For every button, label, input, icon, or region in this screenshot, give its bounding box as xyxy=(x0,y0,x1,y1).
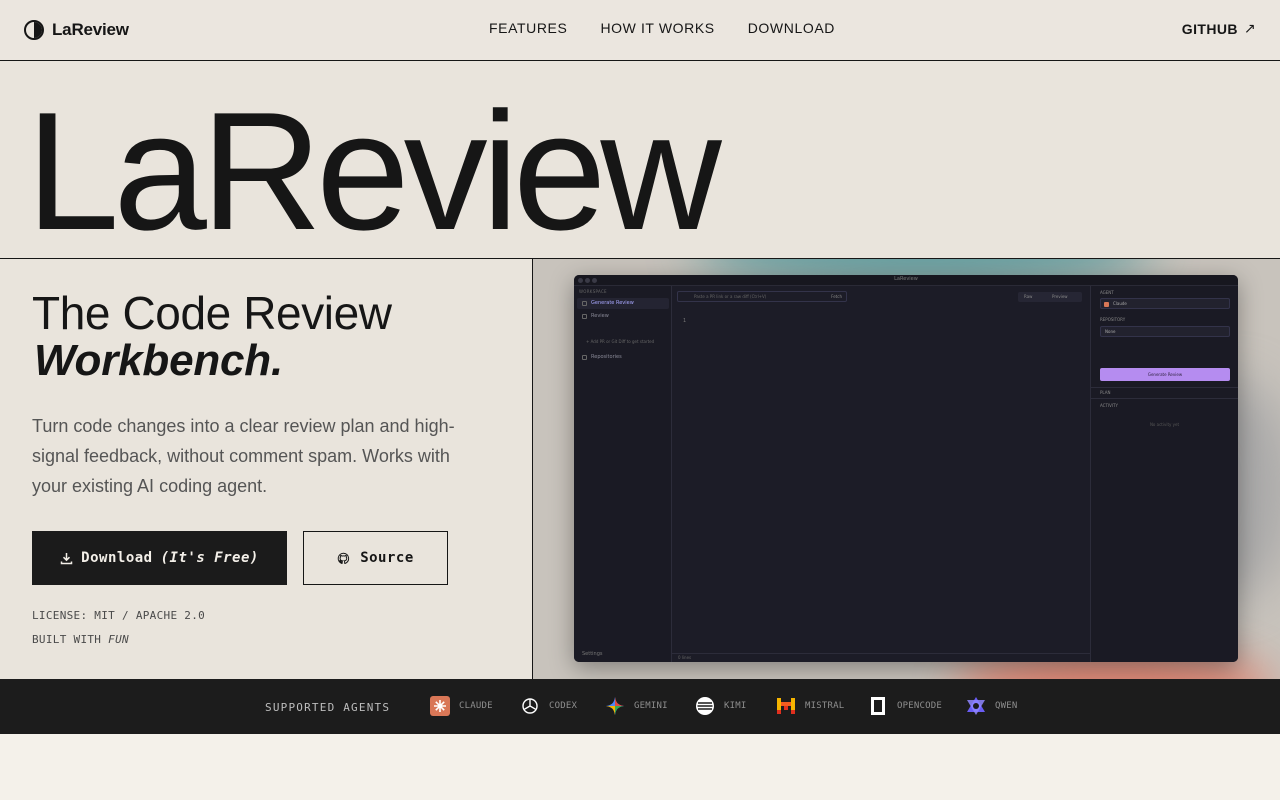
claude-icon xyxy=(430,696,450,716)
page-bottom xyxy=(0,734,1280,800)
app-settings-label: Settings xyxy=(582,651,603,657)
app-plan-label: PLAN xyxy=(1100,390,1111,395)
github-icon xyxy=(337,552,350,564)
agent-name: QWEN xyxy=(995,701,1018,711)
app-activity-empty: No activity yet xyxy=(1149,422,1180,427)
agent-name: KIMI xyxy=(724,701,747,711)
lareview-logo-icon xyxy=(24,20,44,40)
app-agent-select: Claude xyxy=(1100,298,1230,309)
nav-link-how-it-works[interactable]: HOW IT WORKS xyxy=(600,20,714,36)
app-divider xyxy=(1091,398,1238,399)
app-titlebar: LaReview xyxy=(574,275,1238,286)
repository-icon xyxy=(582,355,587,360)
app-sidebar-item-review: Review xyxy=(577,311,669,322)
kimi-icon xyxy=(695,696,715,716)
app-sidebar-label: Repositories xyxy=(591,354,622,360)
app-sidebar-header: WORKSPACE xyxy=(579,289,607,294)
built-with-label: BUILT WITH xyxy=(32,633,102,646)
app-agent-label: AGENT xyxy=(1100,290,1114,295)
openai-icon xyxy=(520,696,540,716)
nav-link-download[interactable]: DOWNLOAD xyxy=(748,20,835,36)
generate-icon xyxy=(582,301,587,306)
qwen-icon xyxy=(966,696,986,716)
built-with-word: FUN xyxy=(108,633,129,646)
hero-left-panel: The Code Review Workbench. Turn code cha… xyxy=(0,259,533,679)
brand-name: LaReview xyxy=(52,20,129,39)
app-window-title: LaReview xyxy=(894,276,918,282)
app-repo-label: REPOSITORY xyxy=(1100,317,1126,322)
agent-name: GEMINI xyxy=(634,701,668,711)
arrow-up-right-icon: ↗ xyxy=(1243,20,1256,36)
download-icon xyxy=(60,552,73,564)
headline-emphasis: Workbench. xyxy=(34,336,284,385)
app-divider xyxy=(1091,387,1238,388)
hero-subtext: Turn code changes into a clear review pl… xyxy=(32,416,455,496)
agent-gemini: GEMINI xyxy=(605,695,668,717)
agent-name: OPENCODE xyxy=(897,701,942,711)
app-sidebar-hint: + Add PR or Git Diff to get started xyxy=(586,339,655,344)
app-main-editor: Paste a PR link or a raw diff (Ctrl+V) F… xyxy=(672,286,1090,662)
download-free-label: (It's Free) xyxy=(160,550,259,566)
agent-kimi: KIMI xyxy=(695,695,746,717)
app-diff-input-placeholder: Paste a PR link or a raw diff (Ctrl+V) xyxy=(694,294,767,299)
source-label: Source xyxy=(360,550,414,566)
opencode-icon xyxy=(868,696,888,716)
top-nav: LaReview FEATURES HOW IT WORKS DOWNLOAD … xyxy=(0,0,1280,61)
review-icon xyxy=(582,314,587,319)
agent-opencode: OPENCODE xyxy=(868,695,942,717)
license-text: LICENSE: MIT / APACHE 2.0 xyxy=(32,609,206,622)
app-agent-value: Claude xyxy=(1113,301,1127,306)
agent-codex: CODEX xyxy=(520,695,577,717)
brand[interactable]: LaReview xyxy=(24,19,129,41)
app-repo-value: None xyxy=(1105,329,1116,334)
github-label: GITHUB xyxy=(1181,20,1238,37)
hero-title: LaReview xyxy=(26,77,722,259)
app-generate-button: Generate Review xyxy=(1100,368,1230,381)
nav-link-features[interactable]: FEATURES xyxy=(489,20,567,36)
built-with-text: BUILT WITH FUN xyxy=(32,633,129,646)
app-sidebar-item-repositories: Repositories xyxy=(577,352,669,363)
app-toggle-preview: Preview xyxy=(1052,294,1068,299)
supported-agents-label: SUPPORTED AGENTS xyxy=(265,701,391,714)
download-button[interactable]: Download (It's Free) xyxy=(32,531,287,585)
agent-claude: CLAUDE xyxy=(430,695,493,717)
app-sidebar-label: Generate Review xyxy=(591,300,634,306)
headline: The Code Review xyxy=(32,287,392,339)
claude-icon xyxy=(1104,302,1109,307)
app-diff-input: Paste a PR link or a raw diff (Ctrl+V) F… xyxy=(677,291,847,302)
app-sidebar: WORKSPACE Generate Review Review + Add P… xyxy=(574,286,672,662)
agent-name: MISTRAL xyxy=(805,701,845,711)
supported-agents-bar: SUPPORTED AGENTS CLAUDE CODEX GEMINI KIM… xyxy=(0,679,1280,734)
agent-name: CODEX xyxy=(549,701,578,711)
download-label: Download xyxy=(81,550,153,566)
app-fetch-label: Fetch xyxy=(831,294,842,299)
app-editor-footer: 0 lines xyxy=(672,653,1090,662)
app-repo-select: None xyxy=(1100,326,1230,337)
gemini-icon xyxy=(605,696,625,716)
agent-qwen: QWEN xyxy=(966,695,1017,717)
app-line-number: 1 xyxy=(683,318,687,324)
agent-name: CLAUDE xyxy=(459,701,493,711)
agent-mistral: MISTRAL xyxy=(776,695,844,717)
app-screenshot: LaReview WORKSPACE Generate Review Revie… xyxy=(574,275,1238,662)
nav-links: FEATURES HOW IT WORKS DOWNLOAD xyxy=(489,20,835,36)
github-link[interactable]: GITHUB ↗ xyxy=(1182,20,1256,37)
app-toggle-raw: Raw xyxy=(1024,294,1033,299)
app-preview-panel: LaReview WORKSPACE Generate Review Revie… xyxy=(533,259,1280,679)
app-activity-label: ACTIVITY xyxy=(1100,403,1118,408)
app-right-panel: AGENT Claude REPOSITORY None Generate Re… xyxy=(1090,286,1238,662)
hero-title-band: LaReview xyxy=(0,61,1280,259)
app-sidebar-label: Review xyxy=(591,313,609,319)
source-button[interactable]: Source xyxy=(303,531,448,585)
app-view-toggle: Raw Preview xyxy=(1018,292,1082,302)
app-sidebar-item-generate: Generate Review xyxy=(577,298,669,309)
mistral-icon xyxy=(776,696,796,716)
